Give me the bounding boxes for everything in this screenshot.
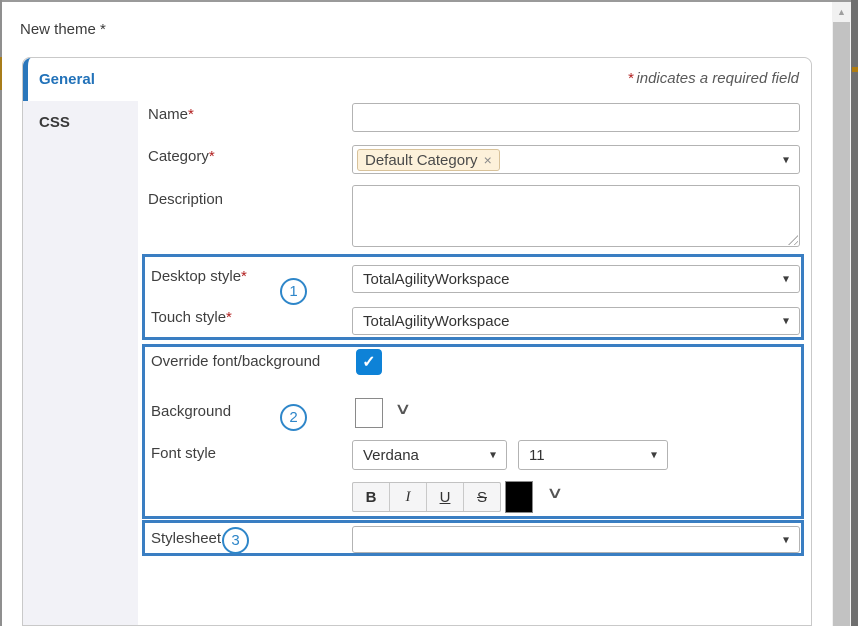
scrollbar-thumb[interactable]	[833, 22, 850, 626]
theme-editor-card: General CSS *indicates a required field …	[22, 57, 812, 626]
font-color-swatch[interactable]	[505, 481, 533, 513]
touch-style-dropdown[interactable]: TotalAgilityWorkspace ▾	[352, 307, 800, 335]
checkmark-icon: ✓	[362, 352, 375, 372]
stylesheet-dropdown[interactable]: ▾	[352, 526, 800, 553]
required-field-note: *indicates a required field	[628, 70, 799, 87]
category-tag[interactable]: Default Category ×	[357, 149, 500, 171]
annotation-box-styles: Desktop style* 1 TotalAgilityWorkspace ▾…	[142, 254, 804, 340]
scroll-up-arrow-icon[interactable]: ▲	[832, 6, 851, 18]
left-edge-gold-marker	[0, 57, 2, 90]
font-size-value: 11	[529, 447, 545, 464]
desktop-style-value: TotalAgilityWorkspace	[363, 271, 509, 288]
tab-general-label: General	[39, 71, 95, 88]
font-color-picker-chevron-icon[interactable]: ∨	[546, 486, 564, 502]
description-textarea[interactable]	[352, 185, 800, 247]
name-label: Name*	[148, 106, 194, 123]
annotation-box-font-background: Override font/background ✓ Background 2 …	[142, 344, 804, 519]
tab-css[interactable]: CSS	[23, 101, 138, 144]
description-label: Description	[148, 191, 223, 208]
dropdown-arrow-icon: ▾	[490, 447, 496, 461]
desktop-style-label: Desktop style*	[151, 268, 247, 285]
category-tag-label: Default Category	[365, 152, 478, 169]
override-font-background-checkbox[interactable]: ✓	[356, 349, 382, 375]
dropdown-arrow-icon: ▾	[783, 152, 789, 166]
window-border-right	[851, 0, 858, 626]
stylesheet-label: Stylesheet	[151, 530, 221, 547]
italic-button[interactable]: I	[390, 483, 427, 511]
font-style-label: Font style	[151, 445, 216, 462]
desktop-style-required-mark: *	[241, 268, 247, 285]
font-family-value: Verdana	[363, 447, 419, 464]
annotation-step-1: 1	[280, 278, 307, 305]
background-picker-chevron-icon[interactable]: ∨	[394, 402, 412, 418]
bold-button[interactable]: B	[353, 483, 390, 511]
page-title: New theme *	[20, 21, 106, 38]
annotation-step-2: 2	[280, 404, 307, 431]
desktop-style-dropdown[interactable]: TotalAgilityWorkspace ▾	[352, 265, 800, 293]
strikethrough-button[interactable]: S	[464, 483, 500, 511]
tab-general[interactable]: General	[23, 58, 138, 101]
annotation-box-stylesheet: Stylesheet 3 ▾	[142, 520, 804, 556]
category-dropdown[interactable]: Default Category × ▾	[352, 145, 800, 174]
dropdown-arrow-icon: ▾	[783, 271, 789, 285]
dropdown-arrow-icon: ▾	[783, 313, 789, 327]
vertical-scrollbar[interactable]: ▲	[832, 2, 851, 626]
required-asterisk: *	[628, 70, 634, 87]
touch-style-label: Touch style*	[151, 309, 232, 326]
name-required-mark: *	[188, 106, 194, 123]
dropdown-arrow-icon: ▾	[651, 447, 657, 461]
tab-column: General CSS	[23, 58, 138, 625]
category-label: Category*	[148, 148, 215, 165]
touch-style-value: TotalAgilityWorkspace	[363, 313, 509, 330]
underline-button[interactable]: U	[427, 483, 464, 511]
general-tab-panel: *indicates a required field Name* Catego…	[138, 58, 811, 625]
category-required-mark: *	[209, 148, 215, 165]
background-color-swatch[interactable]	[355, 398, 383, 428]
name-input[interactable]	[352, 103, 800, 132]
tag-remove-icon[interactable]: ×	[484, 152, 492, 168]
touch-style-required-mark: *	[226, 309, 232, 326]
right-edge-gold-marker	[852, 67, 858, 72]
tab-css-label: CSS	[39, 114, 70, 131]
background-label: Background	[151, 403, 231, 420]
dropdown-arrow-icon: ▾	[783, 532, 789, 546]
annotation-step-3: 3	[222, 527, 249, 554]
font-family-dropdown[interactable]: Verdana ▾	[352, 440, 507, 470]
window-border-top	[0, 0, 851, 2]
text-format-toolbar: B I U S	[352, 482, 501, 512]
font-size-dropdown[interactable]: 11 ▾	[518, 440, 668, 470]
window-border-left	[0, 0, 2, 626]
override-font-background-label: Override font/background	[151, 353, 320, 370]
